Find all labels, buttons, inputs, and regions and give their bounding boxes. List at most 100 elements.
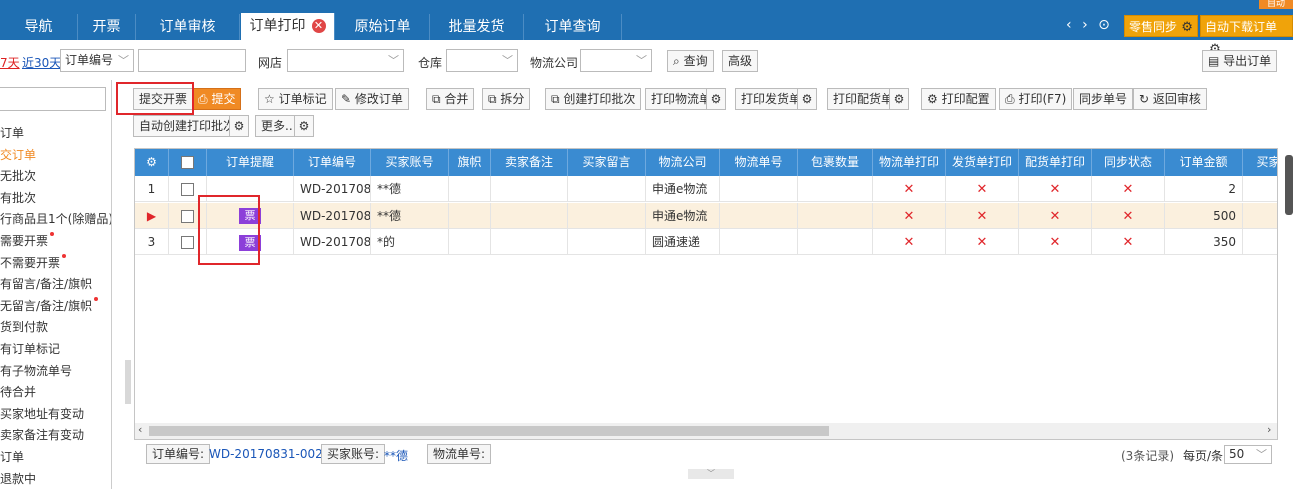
cross-icon: ✕ [1049,208,1061,224]
retail-sync-button[interactable]: 零售同步 ⚙ [1124,15,1198,37]
table-cell [568,176,646,202]
tab-order-print[interactable]: 订单打印 ✕ [241,13,335,40]
table-cell [449,176,491,202]
warehouse-select[interactable]: ﹀ [446,49,518,72]
tab-close-icon[interactable]: ✕ [311,19,326,33]
tab-order-query[interactable]: 订单查询 [524,14,622,40]
more-button[interactable]: 更多.. [255,115,299,137]
col-header[interactable]: 订单编号 [294,149,371,176]
document-icon: ▤ [1208,54,1220,68]
export-button[interactable]: ▤ 导出订单 [1202,50,1278,72]
row-checkbox[interactable] [181,183,194,196]
sidebar-item[interactable]: 无留言/备注/旗帜 [0,296,99,317]
col-header[interactable]: 订单金额 [1165,149,1243,176]
scrollbar-thumb[interactable] [149,426,829,436]
gear-icon[interactable]: ⚙ [229,115,249,137]
order-mark-button[interactable]: ☆ 订单标记 [258,88,333,110]
tab-batch-shipping[interactable]: 批量发货 [430,14,524,40]
col-header[interactable]: 配货单打印 [1019,149,1092,176]
sync-no-button[interactable]: 同步单号 [1073,88,1134,110]
col-header[interactable]: 物流单号 [720,149,798,176]
scroll-right-icon[interactable]: › [1267,423,1271,436]
tab-order-review[interactable]: 订单审核 [136,14,240,40]
chevron-down-icon[interactable]: ﹀ [688,469,734,479]
chevron-right-icon[interactable]: › [1082,17,1088,33]
per-page-select[interactable]: 50 ﹀ [1224,445,1272,464]
sidebar-item[interactable]: 交订单 [0,146,36,166]
footer-buyer-value: **德 [384,449,409,463]
create-batch-button[interactable]: ⧉ 创建打印批次 [545,88,642,110]
col-header[interactable]: 同步状态 [1092,149,1165,176]
sidebar-search-input[interactable] [0,87,106,111]
logistics-select[interactable]: ﹀ [580,49,652,72]
field-select[interactable]: 订单编号 ﹀ [60,49,134,72]
table-row[interactable]: 1 WD-201708...**德 申通e物流 ✕ ✕ ✕ ✕ 2 [135,176,1277,202]
col-header[interactable]: 旗帜 [449,149,491,176]
tab-invoice[interactable]: 开票 [78,14,136,40]
shop-select[interactable]: ﹀ [287,49,404,72]
sidebar-item[interactable]: 需要开票 [0,232,55,252]
splitter-handle[interactable] [125,360,131,404]
gear-icon[interactable]: ⚙ [889,88,909,110]
gear-icon[interactable]: ⚙ [294,115,314,137]
circle-menu-icon[interactable]: ⊙ [1098,17,1110,33]
modify-order-button[interactable]: ✎ 修改订单 [335,88,409,110]
last-7-days-link[interactable]: 7天 [0,54,20,71]
col-header[interactable]: 买家 [1243,149,1277,176]
select-all-checkbox[interactable] [169,149,207,176]
horizontal-scrollbar[interactable]: ‹ › [135,423,1277,439]
search-input[interactable] [138,49,246,72]
sidebar-item[interactable]: 行商品且1个(除赠品) [0,210,111,230]
table-cell [568,229,646,255]
sidebar-item[interactable]: 订单 [0,124,24,144]
gear-icon[interactable]: ⚙ [706,88,726,110]
col-header[interactable]: 包裹数量 [798,149,873,176]
sidebar-item[interactable]: 退款中 [0,470,36,489]
col-header[interactable]: 买家账号 [371,149,449,176]
tab-original-orders[interactable]: 原始订单 [336,14,430,40]
col-header[interactable]: 订单提醒 [207,149,294,176]
sidebar-item[interactable]: 有批次 [0,189,36,209]
query-button[interactable]: ⌕ 查询 [667,50,714,72]
merge-icon: ⧉ [432,92,441,106]
sidebar-item[interactable]: 无批次 [0,167,36,187]
table-cell: ▶ [135,202,169,229]
col-header[interactable]: 卖家备注 [491,149,568,176]
sidebar-item[interactable]: 有子物流单号 [0,362,72,382]
record-count: (3条记录) [1121,449,1174,463]
return-review-button[interactable]: ↻ 返回审核 [1133,88,1207,110]
print-button[interactable]: ⎙ 打印(F7) [999,88,1073,110]
table-row[interactable]: 3票WD-201708...*的圆通速递✕✕✕✕350 [135,229,1277,255]
table-row[interactable]: ▶票WD-201708...**德申通e物流✕✕✕✕500 [135,202,1277,229]
sidebar-item[interactable]: 有订单标记 [0,340,60,360]
col-header[interactable]: 物流单打印 [873,149,946,176]
sidebar-item[interactable]: 有留言/备注/旗帜 [0,275,92,295]
sidebar-item[interactable]: 订单 [0,448,24,468]
scroll-left-icon[interactable]: ‹ [138,423,142,436]
auto-batch-button[interactable]: 自动创建打印批次 [133,115,242,137]
sidebar-item[interactable]: 买家地址有变动 [0,405,84,425]
gear-icon[interactable]: ⚙ [135,149,169,176]
submit-button[interactable]: ⎙ 提交 [192,88,242,110]
print-config-button[interactable]: ⚙ 打印配置 [921,88,996,110]
auto-download-button[interactable]: 自动下载订单⚙ [1200,15,1293,57]
right-scroll-handle[interactable] [1285,155,1293,215]
sidebar-item[interactable]: 不需要开票 [0,253,67,274]
last-30-days-link[interactable]: 近30天 [22,54,61,71]
gear-icon[interactable]: ⚙ [797,88,817,110]
tab-nav[interactable]: 导航 [0,14,78,40]
merge-button[interactable]: ⧉ 合并 [426,88,475,110]
row-checkbox[interactable] [181,209,194,223]
sidebar-item[interactable]: 待合并 [0,383,36,403]
split-button[interactable]: ⧉ 拆分 [482,88,531,110]
col-header[interactable]: 买家留言 [568,149,646,176]
col-header[interactable]: 物流公司 [646,149,720,176]
sidebar-item[interactable]: 卖家备注有变动 [0,426,84,446]
top-tab-bar: 导航 开票 订单审核 订单打印 ✕ 原始订单 批量发货 订单查询 ‹ › ⊙ 零售… [0,0,1293,57]
col-header[interactable]: 发货单打印 [946,149,1019,176]
sidebar-item[interactable]: 货到付款 [0,318,48,338]
gear-icon[interactable]: ⚙ [1177,17,1197,39]
advanced-button[interactable]: 高级 [722,50,759,72]
chevron-left-icon[interactable]: ‹ [1066,17,1072,33]
row-checkbox[interactable] [181,236,194,249]
